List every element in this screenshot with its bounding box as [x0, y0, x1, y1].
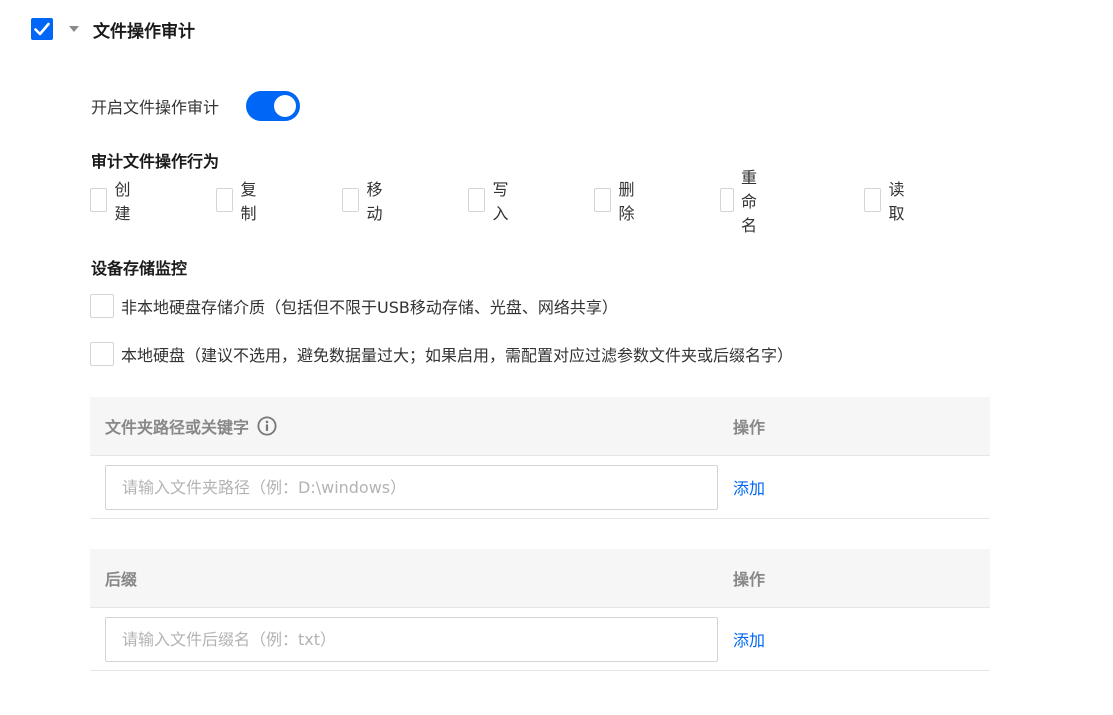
checkmark-icon: [34, 22, 50, 36]
table-row: 添加: [90, 608, 990, 671]
checkbox-box[interactable]: [468, 188, 486, 212]
action-checkbox-create[interactable]: 创建: [90, 180, 137, 223]
checkbox-label: 移动: [366, 180, 383, 223]
table-header: 文件夹路径或关键字 操作: [90, 397, 990, 456]
action-checkbox-copy[interactable]: 复制: [216, 180, 263, 223]
add-suffix-link[interactable]: 添加: [733, 627, 765, 651]
checkbox-label: 本地硬盘（建议不选用，避免数据量过大；如果启用，需配置对应过滤参数文件夹或后缀名…: [121, 346, 794, 365]
action-checkbox-delete[interactable]: 删除: [594, 180, 641, 223]
audit-actions-title: 审计文件操作行为: [91, 152, 220, 171]
input-cell: [90, 616, 733, 662]
section-header: 文件操作审计: [31, 17, 195, 42]
checkbox-box[interactable]: [90, 342, 114, 366]
storage-title: 设备存储监控: [91, 259, 188, 278]
checkbox-label: 读取: [888, 180, 905, 223]
checkbox-box[interactable]: [720, 188, 734, 212]
table-row: 添加: [90, 456, 990, 519]
toggle-knob: [274, 95, 297, 117]
column-header-path: 文件夹路径或关键字: [90, 414, 733, 438]
action-checkbox-write[interactable]: 写入: [468, 180, 515, 223]
info-icon[interactable]: [257, 416, 277, 436]
folder-path-table: 文件夹路径或关键字 操作 添加: [90, 397, 990, 519]
checkbox-box[interactable]: [342, 188, 360, 212]
checkbox-label: 重命名: [740, 168, 757, 235]
storage-checkbox-local-disk[interactable]: 本地硬盘（建议不选用，避免数据量过大；如果启用，需配置对应过滤参数文件夹或后缀名…: [90, 341, 793, 367]
suffix-table: 后缀 操作 添加: [90, 549, 990, 671]
checkbox-box[interactable]: [864, 188, 882, 212]
audit-toggle-label: 开启文件操作审计: [91, 98, 220, 117]
column-header-label: 后缀: [105, 570, 138, 589]
column-header-suffix: 后缀: [90, 566, 733, 590]
section-title: 文件操作审计: [93, 21, 195, 42]
file-audit-panel: 文件操作审计 开启文件操作审计 审计文件操作行为 创建 复制 移动 写入 删除: [0, 0, 1113, 715]
input-cell: [90, 464, 733, 510]
audit-toggle-switch[interactable]: [246, 91, 301, 121]
action-checkbox-read[interactable]: 读取: [864, 180, 911, 223]
column-header-action: 操作: [733, 418, 766, 437]
checkbox-label: 复制: [240, 180, 257, 223]
checkbox-box[interactable]: [594, 188, 612, 212]
action-checkbox-rename[interactable]: 重命名: [720, 168, 767, 235]
table-header: 后缀 操作: [90, 549, 990, 608]
caret-down-icon[interactable]: [69, 26, 79, 32]
storage-checkbox-removable[interactable]: 非本地硬盘存储介质（包括但不限于USB移动存储、光盘、网络共享）: [90, 293, 618, 319]
checkbox-label: 创建: [114, 180, 131, 223]
audit-toggle-row: 开启文件操作审计: [91, 90, 301, 122]
suffix-input[interactable]: [105, 616, 718, 662]
add-folder-link[interactable]: 添加: [733, 475, 765, 499]
checkbox-label: 删除: [618, 180, 635, 223]
checkbox-box[interactable]: [216, 188, 234, 212]
action-checkbox-move[interactable]: 移动: [342, 180, 389, 223]
checkbox-box[interactable]: [90, 188, 108, 212]
section-enable-checkbox[interactable]: [31, 18, 53, 40]
checkbox-label: 非本地硬盘存储介质（包括但不限于USB移动存储、光盘、网络共享）: [121, 298, 618, 317]
column-header-label: 文件夹路径或关键字: [105, 418, 250, 437]
checkbox-label: 写入: [492, 180, 509, 223]
column-header-action: 操作: [733, 570, 766, 589]
folder-path-input[interactable]: [105, 464, 718, 510]
checkbox-box[interactable]: [90, 294, 114, 318]
